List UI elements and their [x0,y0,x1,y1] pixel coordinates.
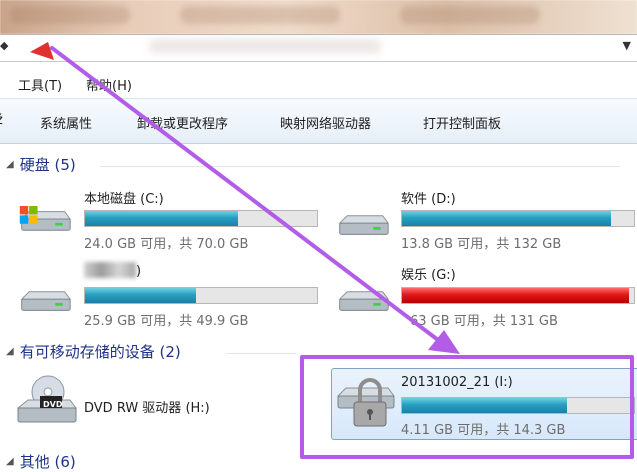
blur-smudge [180,6,340,24]
open-control-panel-button[interactable]: 打开控制面板 [423,113,501,132]
blurred-background-window [0,0,637,34]
menu-tools[interactable]: 工具(T) [18,75,62,94]
drive-name: 本地磁盘 (C:) [84,192,164,207]
collapse-triangle-icon[interactable]: ◢ [6,346,14,357]
uninstall-program-button[interactable]: 卸载或更改程序 [137,113,228,132]
usage-bar [84,287,318,304]
usage-bar [84,210,318,227]
drive-capacity: 63 GB 可用，共 131 GB [410,314,558,329]
group-other-label: 其他 (6) [19,453,76,471]
windows-drive-icon [19,206,72,231]
group-hard-disks[interactable]: ◢ 硬盘 (5) [6,154,76,175]
blur-smudge [400,6,540,24]
usage-bar-fill [85,288,197,303]
blurred-address-text [150,39,380,53]
menu-help[interactable]: 帮助(H) [86,75,132,94]
dvd-label: DVD [43,400,63,409]
usage-bar [401,287,635,304]
chevron-right-icon[interactable]: ◆ [0,39,8,52]
toolbar-partial-item[interactable]: ž [0,113,3,128]
collapse-triangle-icon[interactable]: ◢ [6,456,14,467]
system-properties-button[interactable]: 系统属性 [40,113,92,132]
group-hard-disks-label: 硬盘 (5) [19,156,76,174]
usage-bar [401,210,635,227]
drive-name: 娱乐 (G:) [401,268,456,283]
drive-capacity: 25.9 GB 可用，共 49.9 GB [84,314,249,329]
command-bar: ž 系统属性 卸载或更改程序 映射网络驱动器 打开控制面板 [0,98,637,144]
usage-bar-fill [85,211,239,226]
drive-name: 软件 (D:) [401,192,456,207]
group-removable[interactable]: ◢ 有可移动存储的设备 (2) [6,341,181,362]
usage-bar-fill [402,211,611,226]
usage-bar-fill [402,288,630,303]
blur-smudge [10,6,130,24]
group-removable-label: 有可移动存储的设备 (2) [19,343,181,361]
annotation-highlight-frame [300,355,634,459]
drive-name: DVD RW 驱动器 (H:) [84,401,210,416]
hard-disk-icon [338,291,390,311]
group-other[interactable]: ◢ 其他 (6) [6,451,76,472]
hard-disk-icon [20,291,72,311]
drive-capacity: 13.8 GB 可用，共 132 GB [401,237,562,252]
hard-disk-icon [338,215,390,235]
collapse-triangle-icon[interactable]: ◢ [6,159,14,170]
map-network-drive-button[interactable]: 映射网络驱动器 [280,113,371,132]
menu-bar: 工具(T) 帮助(H) [0,72,637,94]
drive-name: ) [136,264,142,279]
blurred-drive-name [84,262,136,278]
group-divider [226,353,296,354]
group-divider [100,166,620,167]
chevron-down-icon[interactable]: ▼ [623,39,631,52]
drive-capacity: 24.0 GB 可用，共 70.0 GB [84,237,249,252]
address-bar[interactable]: ◆ ▼ [0,34,637,62]
